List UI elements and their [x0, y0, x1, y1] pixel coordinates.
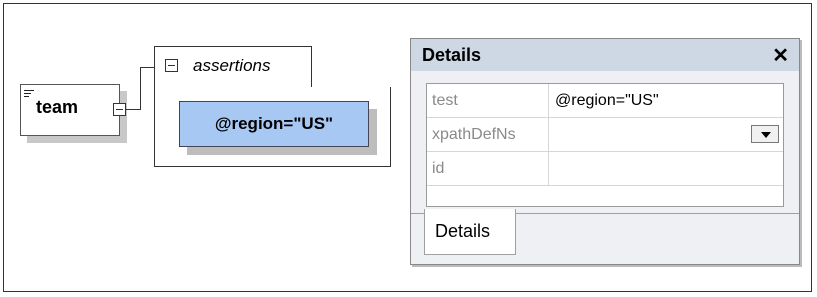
property-value-select[interactable] [549, 118, 783, 151]
connector-line [126, 109, 140, 110]
team-collapse-icon[interactable] [113, 103, 126, 116]
property-name: xpathDefNs [427, 118, 549, 151]
assertions-collapse-icon[interactable] [165, 59, 178, 72]
close-icon[interactable]: ✕ [772, 43, 789, 68]
team-element-label: team [36, 97, 79, 117]
property-value-input[interactable] [549, 152, 783, 185]
property-name: id [427, 152, 549, 185]
property-value-input[interactable]: @region="US" [549, 84, 783, 117]
assertions-label: assertions [193, 56, 271, 75]
property-row: id [427, 152, 783, 186]
details-panel: Details ✕ test @region="US" xpathDefNs i… [410, 38, 800, 265]
property-row: xpathDefNs [427, 118, 783, 152]
properties-grid: test @region="US" xpathDefNs id [426, 83, 784, 207]
dropdown-arrow-icon[interactable] [751, 125, 779, 143]
tab-details-label: Details [435, 221, 491, 241]
property-row: test @region="US" [427, 84, 783, 118]
element-icon [24, 90, 34, 98]
assertion-item[interactable]: @region="US" [179, 101, 369, 147]
details-title: Details [422, 45, 482, 65]
connector-line [140, 67, 141, 110]
team-element[interactable]: team [20, 84, 120, 136]
assertion-item-label: @region="US" [214, 114, 334, 133]
property-name: test [427, 84, 549, 117]
tab-details[interactable]: Details [424, 209, 516, 255]
connector-line [140, 67, 154, 68]
details-title-bar: Details ✕ [411, 39, 799, 71]
